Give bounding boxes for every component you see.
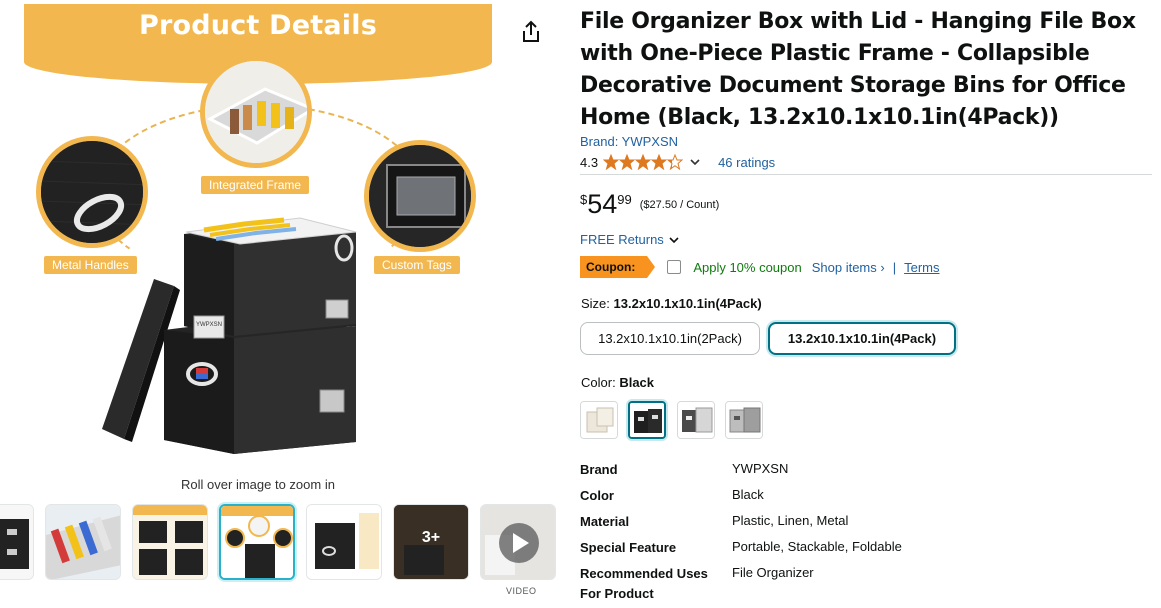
thumbnail-1[interactable] [0,504,34,580]
spec-value: Portable, Stackable, Foldable [732,539,902,554]
shop-items-link[interactable]: Shop items › [812,260,885,275]
spec-value: File Organizer [732,565,814,580]
thumbnail-4-selected[interactable] [219,504,295,580]
spec-key: Material [580,514,630,529]
product-specs-table: Brand YWPXSN Color Black Material Plasti… [580,458,1140,602]
thumbnail-3[interactable] [132,504,208,580]
color-swatch-dark-gray[interactable] [677,401,715,439]
separator: | [892,259,897,275]
rating-value: 4.3 [580,154,599,170]
spec-value: Plastic, Linen, Metal [732,513,849,528]
color-swatch-black-selected[interactable] [628,401,666,439]
size-label: Size: [581,296,610,311]
star-icon [603,154,620,170]
thumbnail-2[interactable] [45,504,121,580]
color-label-row: Color: Black [581,375,654,390]
spec-key: Recommended Uses For Product [580,566,708,601]
color-swatch-beige[interactable] [580,401,618,439]
size-label-row: Size: 13.2x10.1x10.1in(4Pack) [581,296,762,311]
video-label: VIDEO [506,586,537,596]
thumbnail-6-more[interactable]: 3+ [393,504,469,580]
color-swatch-light-gray[interactable] [725,401,763,439]
price-currency: $ [580,192,588,207]
price-fraction: 99 [617,192,632,207]
spec-row: Brand YWPXSN [580,458,1140,484]
size-option-4pack-selected[interactable]: 13.2x10.1x10.1in(4Pack) [768,322,956,355]
size-option-2pack[interactable]: 13.2x10.1x10.1in(2Pack) [580,322,760,355]
thumbnail-strip: 3+ VIDEO [0,504,560,608]
price: $ 54 99 ($27.50 / Count) [580,190,719,220]
more-images-count: 3+ [421,529,441,546]
free-returns-link[interactable]: FREE Returns [580,232,680,247]
color-selected: Black [619,375,655,390]
spec-value: Black [732,487,764,502]
brand-link[interactable]: Brand: YWPXSN [580,134,678,149]
star-rating[interactable] [603,154,684,170]
file-box-illustration [102,217,357,454]
size-selected: 13.2x10.1x10.1in(4Pack) [613,296,762,311]
coupon-row: Coupon: Apply 10% coupon Shop items › | … [580,256,940,278]
divider [580,174,1152,175]
spec-row: Special Feature Portable, Stackable, Fol… [580,536,1140,562]
spec-row: Color Black [580,484,1140,510]
thumbnail-video[interactable] [480,504,556,580]
frame-callout-image [200,56,312,168]
unit-price: ($27.50 / Count) [639,199,720,211]
zoom-hint: Roll over image to zoom in [181,477,335,492]
spec-key: Special Feature [580,540,677,555]
star-icon [635,154,652,170]
spec-row: Material Plastic, Linen, Metal [580,510,1140,536]
box-brand-label: YWPXSN [196,322,223,328]
product-title: File Organizer Box with Lid - Hanging Fi… [580,9,1136,130]
terms-link[interactable]: Terms [904,260,939,275]
color-label: Color: [581,375,616,390]
spec-key: Color [580,488,614,503]
star-icon [667,154,684,170]
thumbnail-5[interactable] [306,504,382,580]
star-icon [651,154,668,170]
spec-key: Brand [580,462,618,477]
ratings-count-link[interactable]: 46 ratings [718,155,775,170]
chevron-down-icon[interactable] [689,156,701,168]
frame-tag: Integrated Frame [201,176,310,194]
price-whole: 54 [587,189,618,219]
share-icon[interactable] [520,20,542,44]
spec-value: YWPXSN [732,461,789,476]
main-product-image[interactable]: Product Details Integrated Frame Metal H… [24,4,492,474]
coupon-badge: Coupon: [580,256,656,278]
chevron-down-icon [669,236,679,243]
apply-coupon-label[interactable]: Apply 10% coupon [693,260,801,275]
spec-row: Recommended Uses For Product File Organi… [580,562,1140,602]
banner-title: Product Details [139,10,377,41]
free-returns-label: FREE Returns [580,232,664,247]
coupon-checkbox[interactable] [667,260,682,274]
star-icon [619,154,636,170]
rating-row: 4.3 46 ratings [580,152,775,172]
